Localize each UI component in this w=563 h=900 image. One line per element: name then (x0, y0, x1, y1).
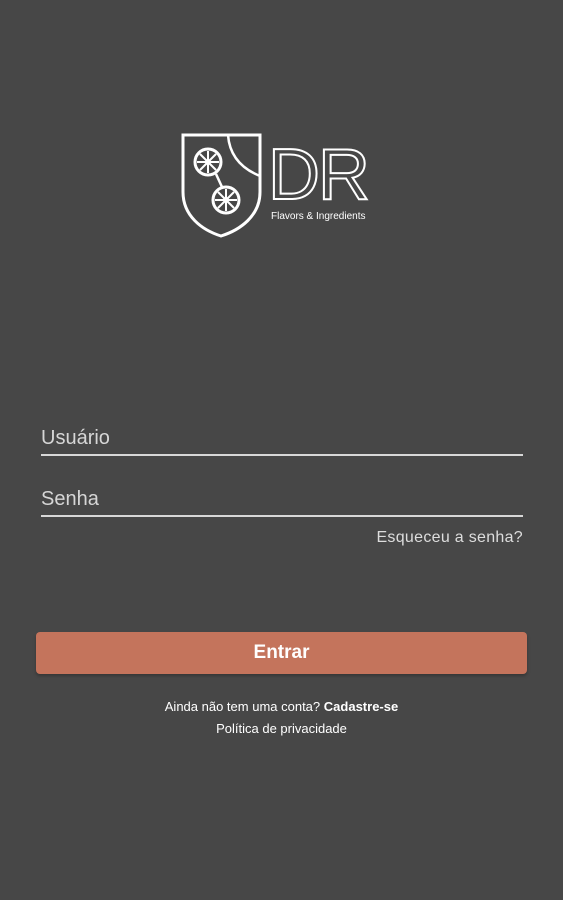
shield-gears-icon (181, 133, 262, 238)
password-field-container (41, 483, 523, 517)
login-screen: DR Flavors & Ingredients Esqueceu a senh… (0, 0, 563, 900)
username-input[interactable] (41, 422, 523, 454)
logo-tagline: Flavors & Ingredients (271, 211, 366, 222)
signup-link[interactable]: Cadastre-se (324, 699, 398, 714)
privacy-policy-link[interactable]: Política de privacidade (0, 721, 563, 736)
username-field-container (41, 422, 523, 456)
forgot-password-link[interactable]: Esqueceu a senha? (376, 529, 523, 547)
signup-row: Ainda não tem uma conta? Cadastre-se (0, 699, 563, 714)
login-button[interactable]: Entrar (36, 632, 527, 674)
password-input[interactable] (41, 483, 523, 515)
brand-logo: DR Flavors & Ingredients (180, 132, 390, 238)
signup-prompt: Ainda não tem uma conta? (164, 699, 321, 714)
logo-wordmark: DR (267, 134, 371, 216)
